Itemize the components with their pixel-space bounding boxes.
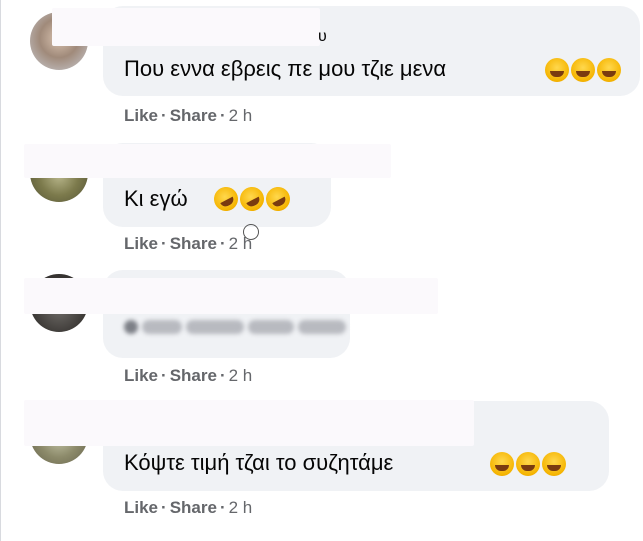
rofl-emoji-icon [235, 182, 269, 216]
blurred-comment-content [124, 320, 346, 334]
share-link[interactable]: Share [170, 498, 217, 517]
timestamp[interactable]: 2 h [229, 366, 253, 385]
laughing-emoji-icon [571, 58, 595, 82]
mouse-cursor-icon [243, 224, 259, 240]
emoji-group [490, 452, 566, 476]
share-link[interactable]: Share [170, 234, 217, 253]
comment-actions: Like · Share · 2 h [124, 498, 253, 517]
redacted-name [24, 400, 474, 446]
rofl-emoji-icon [261, 182, 295, 216]
comment-actions: Like · Share · 2 h [124, 234, 253, 253]
laughing-emoji-icon [490, 452, 514, 476]
laughing-emoji-icon [597, 58, 621, 82]
emoji-group [209, 182, 295, 216]
laughing-emoji-icon [545, 58, 569, 82]
left-border [0, 0, 1, 541]
comment-text: Κι εγώ [124, 186, 188, 211]
rofl-emoji-icon [209, 182, 243, 216]
commenter-name[interactable]: υ [318, 28, 327, 46]
timestamp[interactable]: 2 h [229, 106, 253, 125]
redacted-name [24, 144, 391, 178]
comment-actions: Like · Share · 2 h [124, 106, 253, 125]
like-link[interactable]: Like [124, 106, 158, 125]
like-link[interactable]: Like [124, 234, 158, 253]
redacted-name [52, 8, 320, 46]
comment-text: Κόψτε τιμή τζαι το συζητάμε [124, 450, 394, 475]
share-link[interactable]: Share [170, 106, 217, 125]
redacted-name [24, 278, 438, 314]
timestamp[interactable]: 2 h [229, 498, 253, 517]
share-link[interactable]: Share [170, 366, 217, 385]
laughing-emoji-icon [542, 452, 566, 476]
laughing-emoji-icon [516, 452, 540, 476]
like-link[interactable]: Like [124, 498, 158, 517]
like-link[interactable]: Like [124, 366, 158, 385]
comment-text: Που εννα εβρεις πε μου τζιε μενα [124, 56, 447, 81]
comment-actions: Like · Share · 2 h [124, 366, 253, 385]
emoji-group [545, 58, 621, 82]
